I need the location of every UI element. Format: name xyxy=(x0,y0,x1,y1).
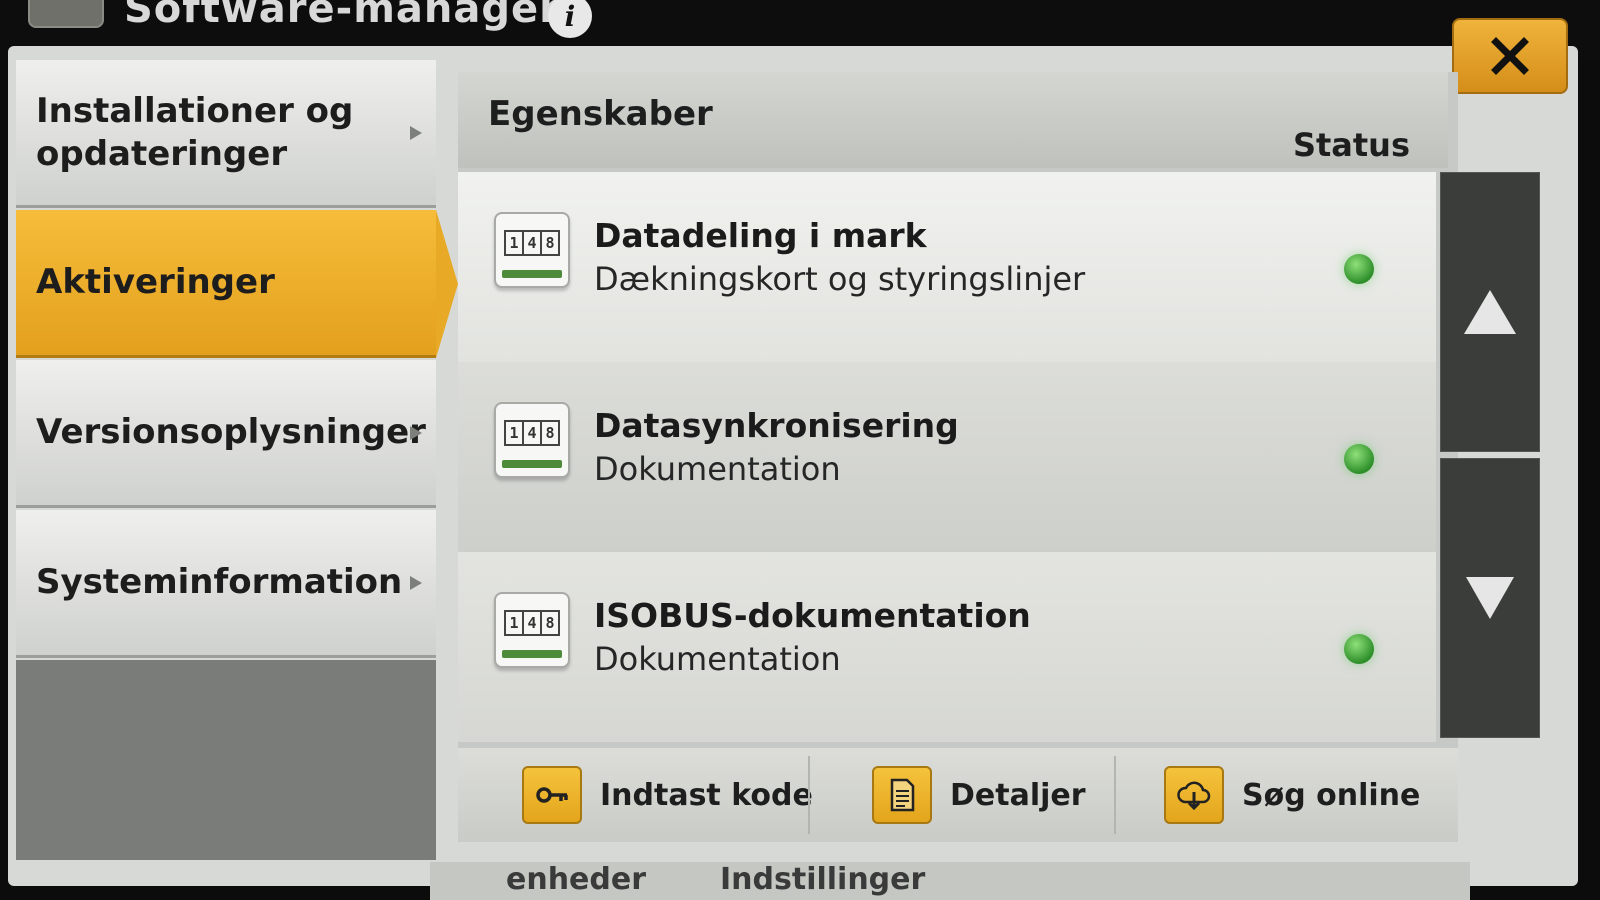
arrow-down-icon xyxy=(1466,577,1514,619)
toolbar-divider xyxy=(808,756,810,834)
close-icon xyxy=(1491,37,1529,75)
bottom-tab-settings[interactable]: Indstillinger xyxy=(720,862,925,897)
chevron-right-icon xyxy=(410,125,422,140)
chevron-right-icon xyxy=(410,575,422,590)
feature-title: Datadeling i mark xyxy=(594,216,927,255)
sidebar-item-label: Systeminformation xyxy=(36,562,403,603)
scroll-up-button[interactable] xyxy=(1440,172,1540,452)
window-title: Software-manager xyxy=(124,0,560,32)
feature-subtitle: Dokumentation xyxy=(594,450,841,488)
search-online-button[interactable]: Søg online xyxy=(1164,748,1420,842)
feature-subtitle: Dækningskort og styringslinjer xyxy=(594,260,1086,298)
feature-subtitle: Dokumentation xyxy=(594,640,841,678)
status-indicator-icon xyxy=(1344,634,1374,664)
list-item[interactable]: 148 Datadeling i mark Dækningskort og st… xyxy=(458,172,1436,362)
sidebar-item-system-info[interactable]: Systeminformation xyxy=(16,510,436,658)
feature-title: Datasynkronisering xyxy=(594,406,959,445)
cloud-download-icon xyxy=(1164,766,1224,824)
sidebar-item-label: Versionsoplysninger xyxy=(36,412,426,453)
action-toolbar: Indtast kode Detaljer Søg online xyxy=(458,748,1458,842)
feature-title: ISOBUS-dokumentation xyxy=(594,596,1031,635)
list-item[interactable]: 148 ISOBUS-dokumentation Dokumentation xyxy=(458,552,1436,742)
enter-code-label: Indtast kode xyxy=(600,777,813,813)
bottom-tab-strip: enheder Indstillinger xyxy=(430,862,1470,900)
key-icon xyxy=(522,766,582,824)
feature-list: 148 Datadeling i mark Dækningskort og st… xyxy=(458,172,1436,742)
info-icon[interactable]: i xyxy=(548,0,592,38)
list-item[interactable]: 148 Datasynkronisering Dokumentation xyxy=(458,362,1436,552)
enter-code-button[interactable]: Indtast kode xyxy=(522,748,813,842)
arrow-up-icon xyxy=(1464,290,1516,334)
activation-counter-icon: 148 xyxy=(494,212,570,288)
scroll-down-button[interactable] xyxy=(1440,458,1540,738)
chevron-right-icon xyxy=(410,425,422,440)
list-header: Egenskaber Status xyxy=(458,72,1448,168)
details-label: Detaljer xyxy=(950,777,1086,813)
activation-counter-icon: 148 xyxy=(494,592,570,668)
status-indicator-icon xyxy=(1344,254,1374,284)
sidebar-item-label: Aktiveringer xyxy=(36,262,275,303)
sidebar-item-version-info[interactable]: Versionsoplysninger xyxy=(16,360,436,508)
activations-panel: Egenskaber Status 148 Datadeling i mark … xyxy=(458,72,1540,842)
sidebar: Installationer og opdateringer Aktiverin… xyxy=(16,60,458,860)
search-online-label: Søg online xyxy=(1242,777,1421,813)
toolbar-divider xyxy=(1114,756,1116,834)
sidebar-item-installations[interactable]: Installationer og opdateringer xyxy=(16,60,436,208)
status-indicator-icon xyxy=(1344,444,1374,474)
sidebar-empty-area xyxy=(16,660,436,860)
activation-counter-icon: 148 xyxy=(494,402,570,478)
properties-column-header: Egenskaber xyxy=(488,94,713,134)
app-icon xyxy=(28,0,104,28)
scrollbar xyxy=(1440,172,1540,742)
document-icon xyxy=(872,766,932,824)
sidebar-item-label: Installationer og opdateringer xyxy=(36,91,354,174)
close-button[interactable] xyxy=(1452,18,1568,94)
bottom-tab-devices[interactable]: enheder xyxy=(506,862,646,897)
details-button[interactable]: Detaljer xyxy=(872,748,1086,842)
sidebar-item-activations[interactable]: Aktiveringer xyxy=(16,210,458,358)
status-column-header: Status xyxy=(1292,126,1410,164)
